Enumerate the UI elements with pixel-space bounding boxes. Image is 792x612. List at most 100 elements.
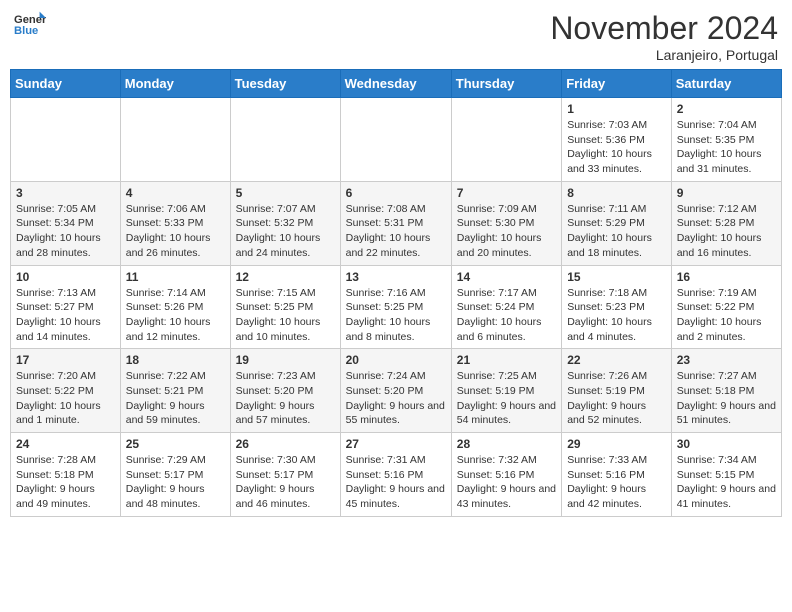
day-info: Sunrise: 7:12 AMSunset: 5:28 PMDaylight:… [677,202,776,261]
day-cell: 29 Sunrise: 7:33 AMSunset: 5:16 PMDayligh… [562,433,672,517]
day-info: Sunrise: 7:11 AMSunset: 5:29 PMDaylight:… [567,202,666,261]
day-info: Sunrise: 7:17 AMSunset: 5:24 PMDaylight:… [457,286,556,345]
day-info: Sunrise: 7:13 AMSunset: 5:27 PMDaylight:… [16,286,115,345]
day-number: 28 [457,437,556,451]
header-monday: Monday [120,70,230,98]
day-number: 29 [567,437,666,451]
day-number: 6 [346,186,446,200]
day-number: 23 [677,353,776,367]
day-cell: 8 Sunrise: 7:11 AMSunset: 5:29 PMDaylight… [562,181,672,265]
day-cell: 16 Sunrise: 7:19 AMSunset: 5:22 PMDayligh… [671,265,781,349]
day-number: 5 [236,186,335,200]
day-info: Sunrise: 7:07 AMSunset: 5:32 PMDaylight:… [236,202,335,261]
day-info: Sunrise: 7:18 AMSunset: 5:23 PMDaylight:… [567,286,666,345]
day-info: Sunrise: 7:20 AMSunset: 5:22 PMDaylight:… [16,369,115,428]
logo: General Blue [14,10,46,38]
svg-text:Blue: Blue [14,25,38,37]
day-cell: 1 Sunrise: 7:03 AMSunset: 5:36 PMDaylight… [562,98,672,182]
day-number: 22 [567,353,666,367]
day-info: Sunrise: 7:19 AMSunset: 5:22 PMDaylight:… [677,286,776,345]
day-cell: 22 Sunrise: 7:26 AMSunset: 5:19 PMDayligh… [562,349,672,433]
day-info: Sunrise: 7:06 AMSunset: 5:33 PMDaylight:… [126,202,225,261]
day-number: 8 [567,186,666,200]
day-cell: 13 Sunrise: 7:16 AMSunset: 5:25 PMDayligh… [340,265,451,349]
day-cell: 15 Sunrise: 7:18 AMSunset: 5:23 PMDayligh… [562,265,672,349]
header-tuesday: Tuesday [230,70,340,98]
logo-icon: General Blue [14,10,46,38]
day-cell: 27 Sunrise: 7:31 AMSunset: 5:16 PMDayligh… [340,433,451,517]
day-cell: 7 Sunrise: 7:09 AMSunset: 5:30 PMDaylight… [451,181,561,265]
day-cell: 23 Sunrise: 7:27 AMSunset: 5:18 PMDayligh… [671,349,781,433]
day-cell: 10 Sunrise: 7:13 AMSunset: 5:27 PMDayligh… [11,265,121,349]
month-title: November 2024 [550,10,778,47]
day-info: Sunrise: 7:30 AMSunset: 5:17 PMDaylight:… [236,453,335,512]
day-number: 19 [236,353,335,367]
day-info: Sunrise: 7:16 AMSunset: 5:25 PMDaylight:… [346,286,446,345]
week-row-5: 24 Sunrise: 7:28 AMSunset: 5:18 PMDayligh… [11,433,782,517]
day-info: Sunrise: 7:04 AMSunset: 5:35 PMDaylight:… [677,118,776,177]
day-info: Sunrise: 7:25 AMSunset: 5:19 PMDaylight:… [457,369,556,428]
header-friday: Friday [562,70,672,98]
week-row-2: 3 Sunrise: 7:05 AMSunset: 5:34 PMDaylight… [11,181,782,265]
day-info: Sunrise: 7:29 AMSunset: 5:17 PMDaylight:… [126,453,225,512]
page-header: General Blue November 2024 Laranjeiro, P… [10,10,782,63]
day-number: 3 [16,186,115,200]
day-number: 1 [567,102,666,116]
day-info: Sunrise: 7:08 AMSunset: 5:31 PMDaylight:… [346,202,446,261]
day-info: Sunrise: 7:28 AMSunset: 5:18 PMDaylight:… [16,453,115,512]
location: Laranjeiro, Portugal [550,47,778,63]
day-cell [11,98,121,182]
day-number: 24 [16,437,115,451]
header-thursday: Thursday [451,70,561,98]
day-cell: 26Sunrise: 7:30 AMSunset: 5:17 PMDayligh… [230,433,340,517]
day-info: Sunrise: 7:14 AMSunset: 5:26 PMDaylight:… [126,286,225,345]
header-saturday: Saturday [671,70,781,98]
day-number: 27 [346,437,446,451]
day-number: 14 [457,270,556,284]
week-row-4: 17 Sunrise: 7:20 AMSunset: 5:22 PMDayligh… [11,349,782,433]
day-number: 10 [16,270,115,284]
day-info: Sunrise: 7:15 AMSunset: 5:25 PMDaylight:… [236,286,335,345]
day-cell [120,98,230,182]
header-wednesday: Wednesday [340,70,451,98]
day-cell: 6 Sunrise: 7:08 AMSunset: 5:31 PMDaylight… [340,181,451,265]
day-info: Sunrise: 7:05 AMSunset: 5:34 PMDaylight:… [16,202,115,261]
day-info: Sunrise: 7:09 AMSunset: 5:30 PMDaylight:… [457,202,556,261]
day-cell [451,98,561,182]
day-number: 4 [126,186,225,200]
day-cell: 12 Sunrise: 7:15 AMSunset: 5:25 PMDayligh… [230,265,340,349]
day-cell: 19 Sunrise: 7:23 AMSunset: 5:20 PMDayligh… [230,349,340,433]
day-info: Sunrise: 7:26 AMSunset: 5:19 PMDaylight:… [567,369,666,428]
day-number: 21 [457,353,556,367]
day-info: Sunrise: 7:27 AMSunset: 5:18 PMDaylight:… [677,369,776,428]
day-number: 2 [677,102,776,116]
day-cell: 3 Sunrise: 7:05 AMSunset: 5:34 PMDaylight… [11,181,121,265]
day-number: 12 [236,270,335,284]
day-cell: 28 Sunrise: 7:32 AMSunset: 5:16 PMDayligh… [451,433,561,517]
day-number: 16 [677,270,776,284]
day-info: Sunrise: 7:32 AMSunset: 5:16 PMDaylight:… [457,453,556,512]
day-number: 13 [346,270,446,284]
day-info: Sunrise: 7:34 AMSunset: 5:15 PMDaylight:… [677,453,776,512]
title-area: November 2024 Laranjeiro, Portugal [550,10,778,63]
day-info: Sunrise: 7:23 AMSunset: 5:20 PMDaylight:… [236,369,335,428]
day-cell: 9 Sunrise: 7:12 AMSunset: 5:28 PMDaylight… [671,181,781,265]
day-info: Sunrise: 7:31 AMSunset: 5:16 PMDaylight:… [346,453,446,512]
day-cell: 5 Sunrise: 7:07 AMSunset: 5:32 PMDaylight… [230,181,340,265]
day-info: Sunrise: 7:33 AMSunset: 5:16 PMDaylight:… [567,453,666,512]
day-number: 30 [677,437,776,451]
day-cell: 2 Sunrise: 7:04 AMSunset: 5:35 PMDaylight… [671,98,781,182]
day-number: 15 [567,270,666,284]
day-cell: 4 Sunrise: 7:06 AMSunset: 5:33 PMDaylight… [120,181,230,265]
header-sunday: Sunday [11,70,121,98]
day-number: 9 [677,186,776,200]
day-info: Sunrise: 7:03 AMSunset: 5:36 PMDaylight:… [567,118,666,177]
day-number: 17 [16,353,115,367]
day-number: 7 [457,186,556,200]
week-row-3: 10 Sunrise: 7:13 AMSunset: 5:27 PMDayligh… [11,265,782,349]
day-cell [230,98,340,182]
day-number: 25 [126,437,225,451]
day-cell: 30 Sunrise: 7:34 AMSunset: 5:15 PMDayligh… [671,433,781,517]
day-cell [340,98,451,182]
week-row-1: 1 Sunrise: 7:03 AMSunset: 5:36 PMDaylight… [11,98,782,182]
